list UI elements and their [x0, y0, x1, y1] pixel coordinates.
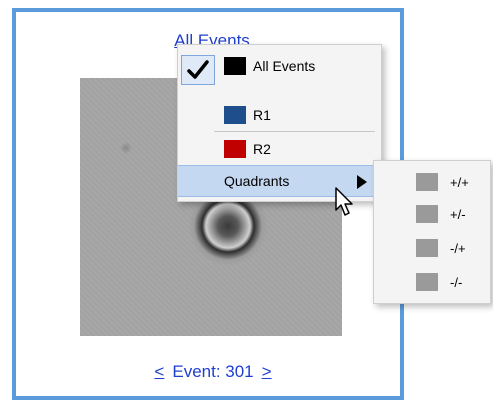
- menu-item-r1[interactable]: R1: [178, 103, 381, 127]
- menu-item-all-events[interactable]: All Events: [178, 51, 381, 85]
- submenu-item-label: +/+: [450, 174, 469, 190]
- submenu-item-label: +/-: [450, 206, 466, 222]
- check-icon: [181, 55, 215, 85]
- submenu-item-pos-pos[interactable]: +/+: [416, 173, 469, 191]
- submenu-item-neg-pos[interactable]: -/+: [416, 239, 466, 257]
- color-swatch: [416, 273, 438, 291]
- menu-item-label: R1: [253, 107, 271, 123]
- menu-item-label: All Events: [253, 58, 316, 74]
- submenu-item-neg-neg[interactable]: -/-: [416, 273, 462, 291]
- color-swatch-all-events: [224, 57, 246, 75]
- event-navigation: < Event: 301 >: [140, 362, 286, 382]
- menu-item-label: Quadrants: [224, 173, 290, 189]
- submenu-arrow-icon: [357, 175, 367, 189]
- quadrants-submenu: +/+ +/- -/+ -/-: [373, 160, 491, 304]
- mouse-cursor-icon: [335, 187, 353, 216]
- gate-context-menu: All Events R1 R2 Quadrants: [177, 44, 382, 202]
- color-swatch: [416, 205, 438, 223]
- menu-item-r2[interactable]: R2: [178, 137, 381, 161]
- submenu-item-label: -/-: [450, 274, 463, 290]
- color-swatch: [416, 173, 438, 191]
- color-swatch-r2: [224, 140, 246, 158]
- submenu-item-label: -/+: [450, 240, 466, 256]
- previous-event-link[interactable]: <: [154, 362, 164, 382]
- menu-item-label: R2: [253, 141, 271, 157]
- menu-separator: [214, 131, 375, 132]
- next-event-link[interactable]: >: [262, 362, 272, 382]
- submenu-item-pos-neg[interactable]: +/-: [416, 205, 466, 223]
- color-swatch: [416, 239, 438, 257]
- event-number-label: Event: 301: [172, 362, 254, 381]
- color-swatch-r1: [224, 106, 246, 124]
